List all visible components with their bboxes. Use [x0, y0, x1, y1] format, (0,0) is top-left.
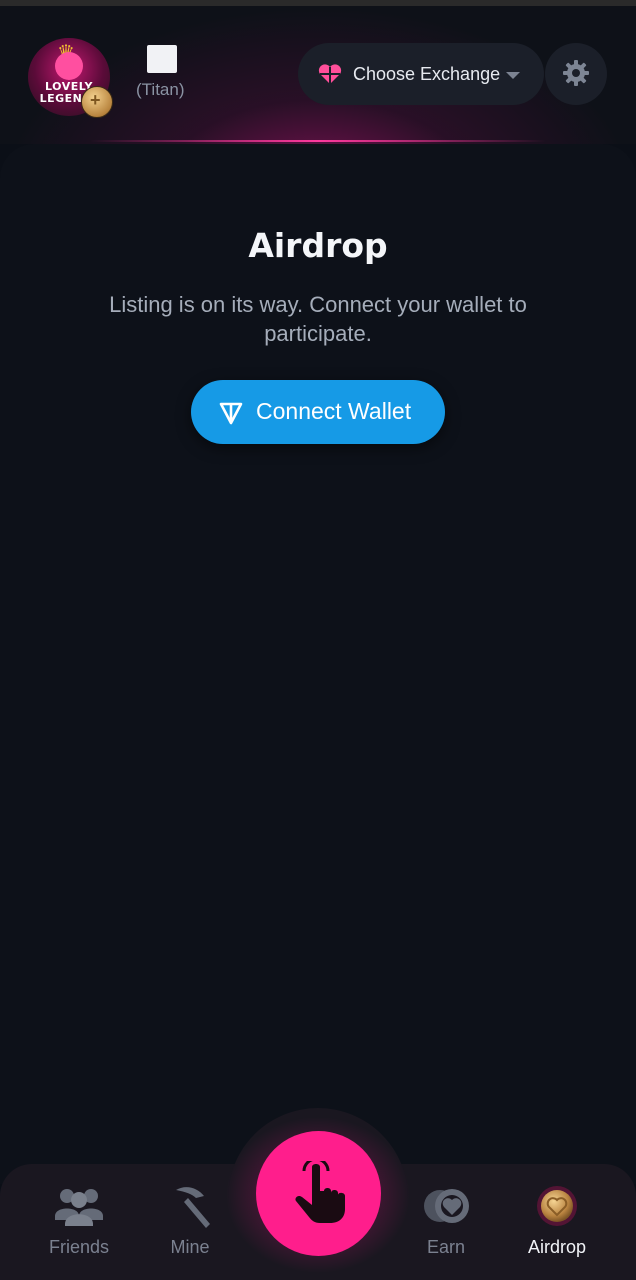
nav-label-friends: Friends — [48, 1237, 110, 1257]
ton-icon — [219, 402, 243, 425]
nav-label-mine: Mine — [170, 1237, 210, 1257]
connect-wallet-label: Connect Wallet — [256, 398, 412, 424]
coin-badge-icon — [81, 86, 113, 118]
username-redacted — [147, 45, 177, 73]
header-glow-divider — [90, 140, 546, 142]
chevron-down-icon — [506, 72, 520, 79]
heart-mascot-icon — [55, 52, 83, 80]
coins-icon — [424, 1189, 469, 1223]
airdrop-description: Listing is on its way. Connect your wall… — [109, 292, 527, 346]
page-title: Airdrop — [248, 226, 388, 265]
pickaxe-icon — [176, 1187, 210, 1228]
gear-icon — [563, 60, 589, 86]
user-rank: (Titan) — [136, 80, 185, 99]
settings-button[interactable] — [545, 43, 607, 105]
tap-button[interactable] — [256, 1131, 381, 1256]
tap-hand-icon — [295, 1161, 345, 1223]
nav-label-earn: Earn — [426, 1237, 466, 1257]
friends-icon — [55, 1189, 103, 1226]
exchange-heart-icon — [318, 64, 342, 84]
connect-wallet-button[interactable]: Connect Wallet — [191, 380, 445, 444]
choose-exchange-button[interactable]: Choose Exchange — [298, 43, 544, 105]
nav-label-airdrop: Airdrop — [527, 1237, 587, 1257]
coin-icon — [537, 1186, 577, 1226]
choose-exchange-label: Choose Exchange — [353, 64, 501, 84]
